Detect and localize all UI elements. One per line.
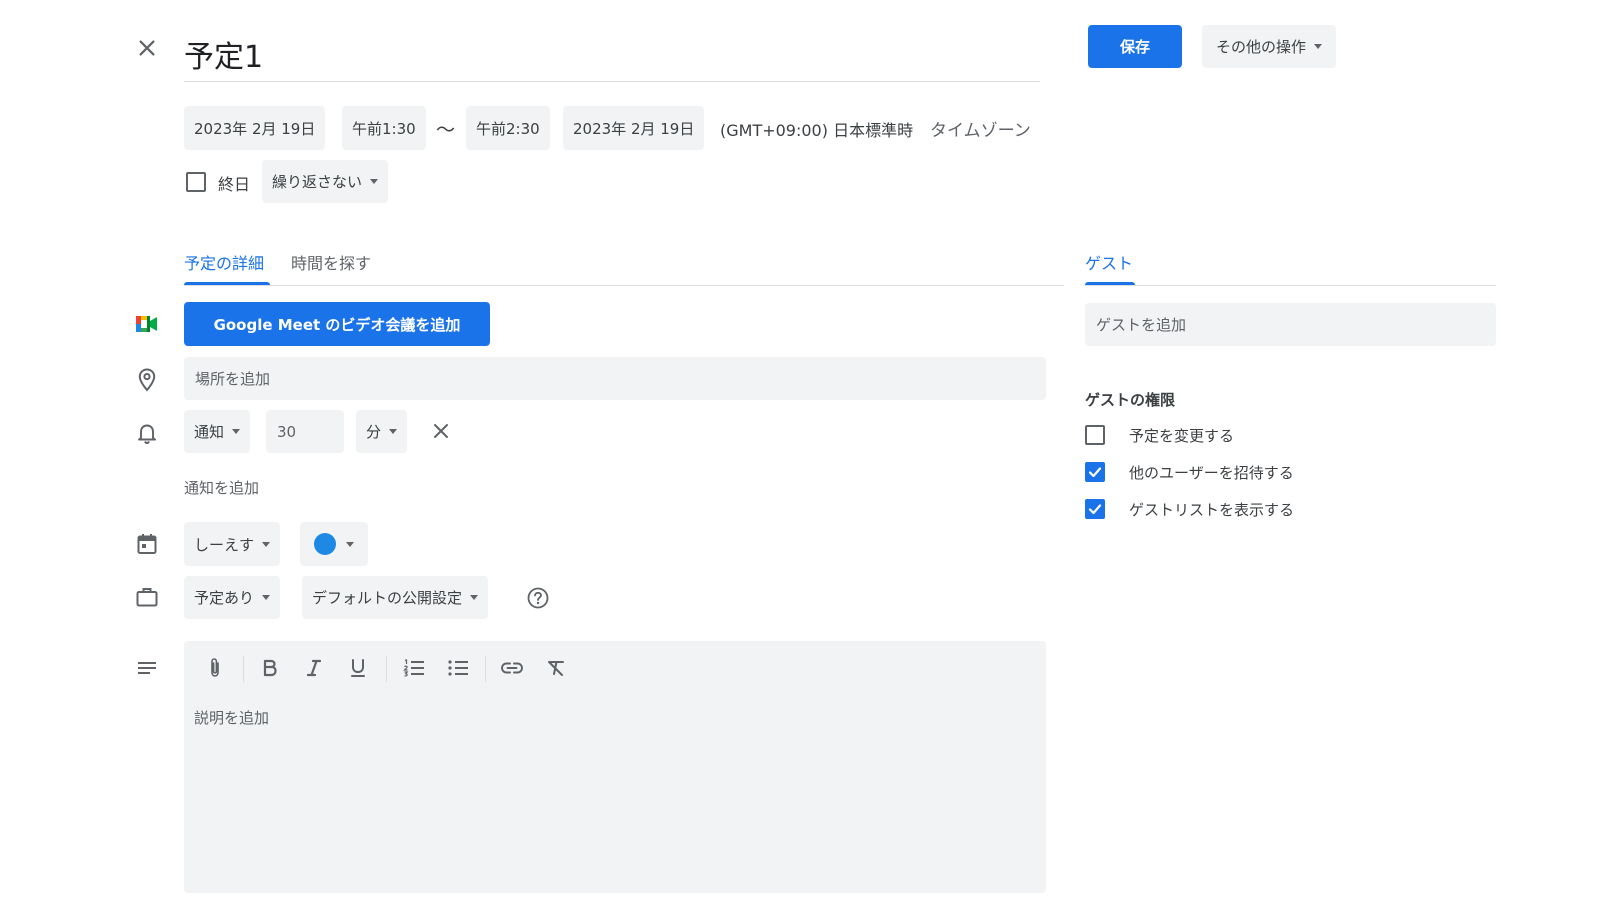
end-time-button[interactable]: 午前2:30 [466, 106, 550, 150]
guests-divider [1085, 285, 1496, 286]
perm-modify-event-label: 予定を変更する [1129, 427, 1235, 445]
toolbar-divider [243, 656, 244, 682]
tab-guests[interactable]: ゲスト [1085, 250, 1133, 274]
title-text: 予定1 [184, 39, 264, 75]
bell-icon [134, 420, 160, 446]
availability-dropdown[interactable]: 予定あり [184, 576, 281, 619]
chevron-down-icon [370, 179, 379, 184]
tabs-divider [184, 285, 1064, 286]
close-icon[interactable] [133, 34, 161, 62]
perm-invite-others-label: 他のユーザーを招待する [1129, 464, 1294, 482]
repeat-dropdown[interactable]: 繰り返さない [262, 160, 389, 203]
italic-icon[interactable] [298, 652, 330, 684]
toolbar-divider [485, 656, 486, 682]
briefcase-icon [134, 584, 160, 610]
end-date-button[interactable]: 2023年 2月 19日 [563, 106, 705, 150]
more-actions-label: その他の操作 [1216, 38, 1307, 56]
notification-type-label: 通知 [194, 423, 225, 441]
remove-notification-icon[interactable] [428, 418, 454, 444]
bulleted-list-icon[interactable] [442, 652, 474, 684]
help-circle-icon[interactable] [526, 586, 550, 610]
guest-permissions-title: ゲストの権限 [1085, 391, 1176, 409]
calendar-icon [134, 531, 160, 557]
all-day-checkbox[interactable] [186, 172, 206, 192]
availability-label: 予定あり [194, 589, 255, 607]
check-icon [1088, 467, 1102, 478]
save-button[interactable]: 保存 [1088, 25, 1182, 68]
start-date-button[interactable]: 2023年 2月 19日 [184, 106, 326, 150]
description-placeholder: 説明を追加 [194, 709, 270, 727]
color-swatch [314, 533, 336, 555]
more-actions-button[interactable]: その他の操作 [1202, 25, 1337, 68]
clear-format-icon[interactable] [540, 652, 572, 684]
chevron-down-icon [1314, 44, 1323, 49]
perm-invite-others-checkbox[interactable] [1085, 462, 1105, 482]
attach-icon[interactable] [199, 652, 231, 684]
perm-see-guest-list-label: ゲストリストを表示する [1129, 501, 1295, 519]
bold-icon[interactable] [254, 652, 286, 684]
toolbar-divider [386, 656, 387, 682]
check-icon [1088, 504, 1102, 515]
notification-unit-dropdown[interactable]: 分 [356, 410, 408, 453]
event-color-dropdown[interactable] [300, 522, 368, 566]
add-google-meet-button[interactable]: Google Meet のビデオ会議を追加 [184, 302, 490, 346]
link-icon[interactable] [496, 652, 528, 684]
chevron-down-icon [262, 541, 271, 547]
start-time-button[interactable]: 午前1:30 [342, 106, 426, 150]
chevron-down-icon [262, 595, 271, 600]
chevron-down-icon [470, 595, 479, 600]
tab-event-details[interactable]: 予定の詳細 [184, 250, 264, 274]
underline-icon[interactable] [342, 652, 374, 684]
all-day-label: 終日 [218, 175, 251, 194]
calendar-dropdown[interactable]: しーえす [184, 522, 281, 566]
repeat-label: 繰り返さない [272, 173, 363, 191]
time-separator: ～ [436, 119, 456, 141]
perm-modify-event-checkbox[interactable] [1085, 425, 1105, 445]
calendar-name: しーえす [194, 535, 255, 554]
timezone-link[interactable]: タイムゾーン [930, 116, 1031, 141]
notification-type-dropdown[interactable]: 通知 [184, 410, 251, 453]
chevron-down-icon [232, 429, 241, 434]
notification-value-input[interactable]: 30 [266, 410, 344, 453]
visibility-dropdown[interactable]: デフォルトの公開設定 [302, 576, 489, 619]
google-meet-icon [133, 312, 161, 336]
chevron-down-icon [346, 541, 354, 547]
add-guest-input[interactable]: ゲストを追加 [1085, 303, 1496, 346]
perm-see-guest-list-checkbox[interactable] [1085, 499, 1105, 519]
tab-find-time[interactable]: 時間を探す [291, 250, 371, 274]
numbered-list-icon[interactable] [398, 652, 430, 684]
notification-unit-label: 分 [366, 423, 382, 441]
title-input[interactable]: 予定1 [184, 26, 1040, 82]
add-notification-link[interactable]: 通知を追加 [184, 477, 259, 498]
timezone-text: (GMT+09:00) 日本標準時 [720, 121, 914, 140]
notes-icon [134, 658, 160, 680]
visibility-label: デフォルトの公開設定 [312, 589, 463, 607]
location-pin-icon [134, 366, 160, 394]
chevron-down-icon [389, 429, 398, 434]
location-input[interactable]: 場所を追加 [184, 357, 1046, 400]
